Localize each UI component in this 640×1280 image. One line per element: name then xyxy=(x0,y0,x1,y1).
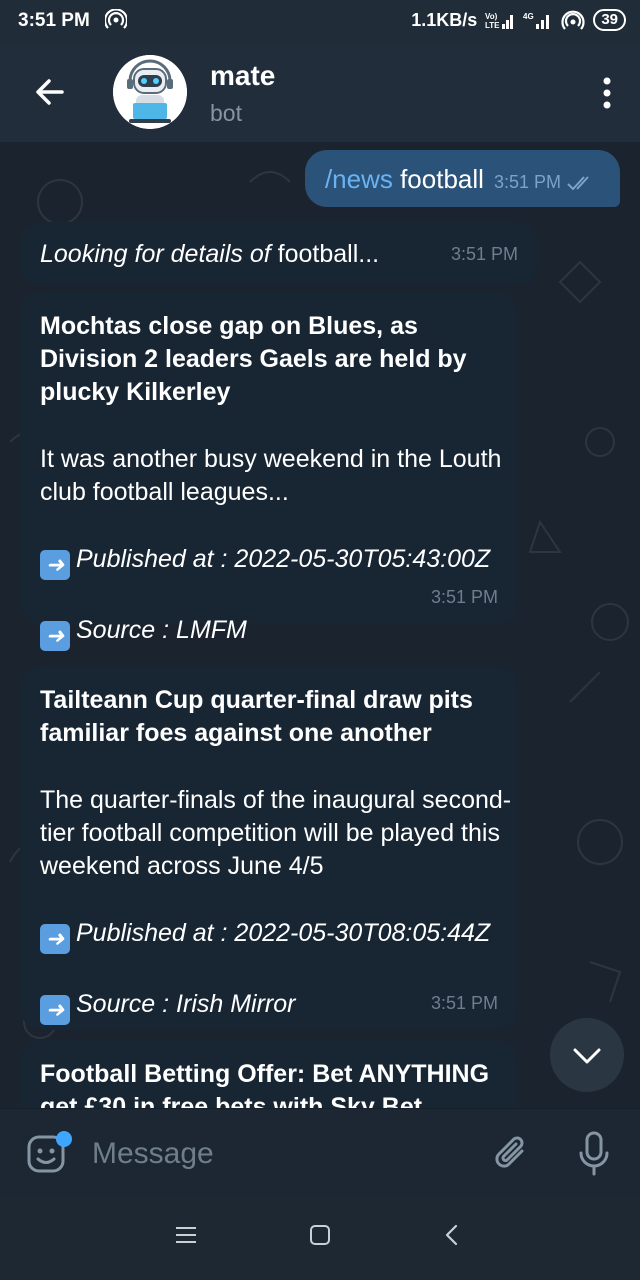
news-message[interactable]: Mochtas close gap on Blues, as Division … xyxy=(20,292,518,651)
right-arrow-icon: ➜ xyxy=(40,550,70,580)
wifi-icon xyxy=(561,10,585,30)
robot-icon xyxy=(113,55,187,129)
hotspot-icon xyxy=(105,9,127,29)
microphone-icon[interactable] xyxy=(578,1131,610,1177)
paperclip-icon[interactable] xyxy=(492,1133,532,1173)
chat-header: mate bot xyxy=(0,42,640,142)
outgoing-message[interactable]: /news football 3:51 PM xyxy=(304,150,620,207)
notification-dot xyxy=(56,1131,72,1147)
svg-text:LTE: LTE xyxy=(485,21,500,30)
news-source: Source : LMFM xyxy=(76,616,247,644)
home-icon[interactable] xyxy=(310,1225,330,1245)
svg-text:4G: 4G xyxy=(523,12,534,21)
news-title: Football Betting Offer: Bet ANYTHING get… xyxy=(40,1060,490,1108)
chat-subtitle: bot xyxy=(210,100,242,126)
status-indicators: 1.1KB/s Vo) LTE 4G 39 xyxy=(411,9,626,31)
signal-icon: Vo) LTE xyxy=(485,12,514,30)
double-check-icon xyxy=(567,176,589,191)
news-title: Tailteann Cup quarter-final draw pits fa… xyxy=(40,686,473,747)
news-summary: It was another busy weekend in the Louth… xyxy=(40,445,502,506)
chat-area[interactable]: /news football 3:51 PM Looking for detail… xyxy=(0,142,640,1108)
message-text: football... xyxy=(277,240,380,268)
message-text: Looking for details of xyxy=(40,240,278,268)
message-text: football xyxy=(392,164,484,194)
message-time: 3:51 PM xyxy=(430,993,498,1013)
network-speed: 1.1KB/s xyxy=(411,9,478,30)
status-bar: 3:51 PM 1.1KB/s Vo) LTE 4G 39 xyxy=(0,0,640,42)
nav-back-icon[interactable] xyxy=(444,1224,460,1246)
message-time: 3:51 PM xyxy=(493,172,561,192)
system-nav-bar xyxy=(0,1196,640,1280)
message-input[interactable] xyxy=(90,1131,474,1177)
svg-text:Vo): Vo) xyxy=(485,12,498,21)
chevron-down-icon xyxy=(573,1048,601,1064)
back-arrow-icon[interactable] xyxy=(30,72,70,112)
battery-indicator: 39 xyxy=(593,9,626,31)
incoming-message[interactable]: Looking for details of football... 3:51 … xyxy=(20,222,538,285)
message-composer xyxy=(0,1108,640,1197)
signal-icon: 4G xyxy=(523,12,550,29)
chat-title[interactable]: mate xyxy=(210,60,275,92)
right-arrow-icon: ➜ xyxy=(40,621,70,651)
more-vert-icon[interactable] xyxy=(602,76,612,110)
news-title: Mochtas close gap on Blues, as Division … xyxy=(40,312,467,406)
status-time: 3:51 PM xyxy=(18,10,90,31)
news-message[interactable]: Tailteann Cup quarter-final draw pits fa… xyxy=(20,666,518,1030)
right-arrow-icon: ➜ xyxy=(40,995,70,1025)
published-at: Published at : 2022-05-30T08:05:44Z xyxy=(76,919,491,947)
news-source: Source : Irish Mirror xyxy=(76,990,296,1018)
right-arrow-icon: ➜ xyxy=(40,924,70,954)
news-summary: The quarter-finals of the inaugural seco… xyxy=(40,786,512,880)
avatar[interactable] xyxy=(113,55,187,129)
message-time: 3:51 PM xyxy=(430,587,498,607)
published-at: Published at : 2022-05-30T05:43:00Z xyxy=(76,545,491,573)
recents-icon[interactable] xyxy=(176,1226,196,1244)
scroll-down-button[interactable] xyxy=(550,1018,624,1092)
news-message[interactable]: Football Betting Offer: Bet ANYTHING get… xyxy=(20,1040,518,1108)
message-time: 3:51 PM xyxy=(450,244,518,264)
command-link[interactable]: /news xyxy=(325,164,393,194)
